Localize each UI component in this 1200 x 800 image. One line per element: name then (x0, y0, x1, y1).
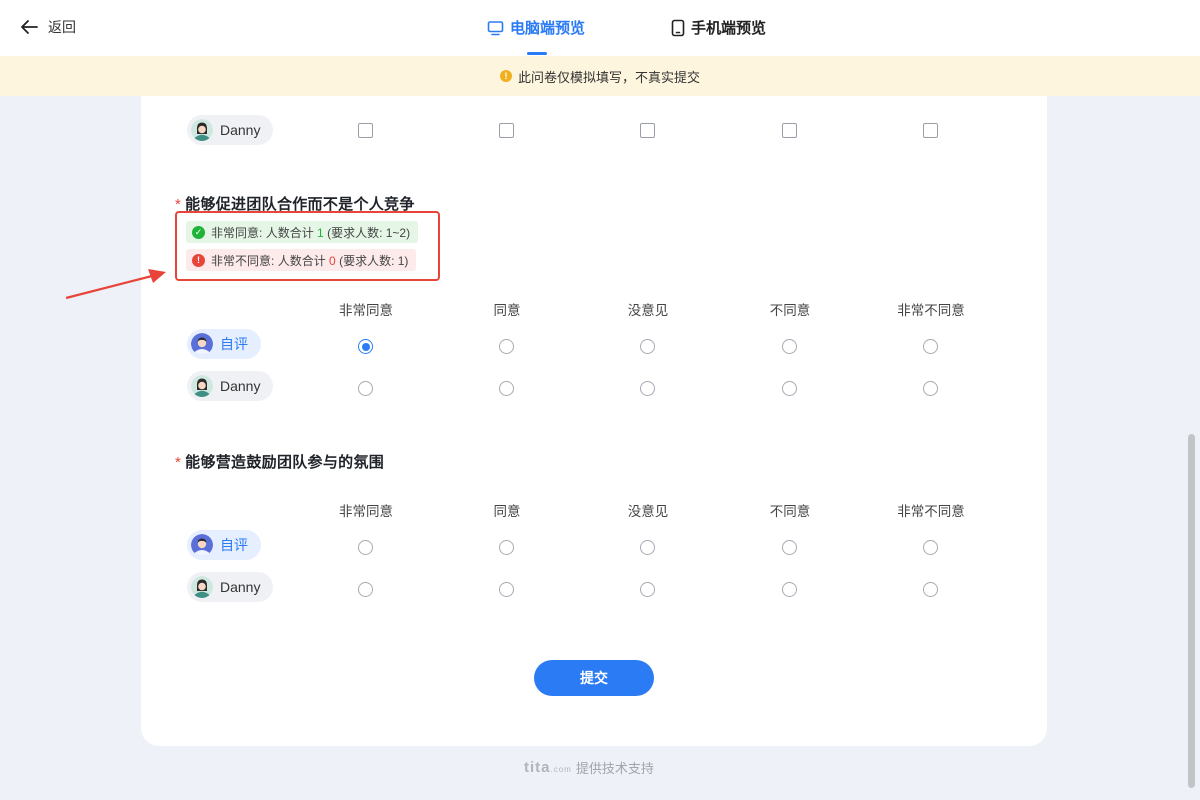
radio-self-option-2[interactable] (499, 540, 514, 555)
participant-danny: Danny (187, 371, 273, 401)
column-header: 没意见 (627, 303, 669, 318)
avatar-female-icon (191, 576, 213, 598)
arrow-left-icon (21, 20, 38, 34)
radio-self-option-1[interactable] (358, 339, 373, 354)
question-2-title: 能够营造鼓励团队参与的氛围 (185, 454, 385, 471)
column-header: 同意 (493, 504, 521, 519)
required-mark: * (175, 454, 182, 471)
tab-mobile-label: 手机端预览 (691, 20, 767, 37)
column-header: 不同意 (769, 504, 811, 519)
checkbox-danny-option-5[interactable] (923, 123, 938, 138)
column-header: 非常不同意 (897, 504, 965, 519)
radio-self-option-1[interactable] (358, 540, 373, 555)
radio-self-option-4[interactable] (782, 339, 797, 354)
radio-danny-option-2[interactable] (499, 582, 514, 597)
footer-powered-by: tita.com 提供技术支持 (524, 758, 654, 777)
tab-desktop-preview[interactable]: 电脑端预览 (487, 17, 585, 38)
notice-text: 此问卷仅模拟填写，不真实提交 (517, 69, 700, 85)
column-header: 非常同意 (339, 504, 393, 519)
participant-danny: Danny (187, 572, 273, 602)
participant-danny-label: Danny (220, 122, 261, 138)
participant-danny: Danny (187, 115, 273, 145)
participant-self-label: 自评 (220, 537, 248, 553)
avatar-male-icon (191, 534, 213, 556)
simulation-notice: ! 此问卷仅模拟填写，不真实提交 (0, 56, 1200, 96)
checkbox-danny-option-3[interactable] (640, 123, 655, 138)
back-label: 返回 (48, 19, 76, 35)
column-header: 没意见 (627, 504, 669, 519)
radio-danny-option-4[interactable] (782, 381, 797, 396)
radio-danny-option-1[interactable] (358, 582, 373, 597)
radio-self-option-3[interactable] (640, 540, 655, 555)
brand-name: tita (524, 759, 551, 776)
warning-icon: ! (499, 70, 512, 82)
avatar-male-icon (191, 333, 213, 355)
active-tab-indicator (527, 52, 547, 55)
checkbox-danny-option-4[interactable] (782, 123, 797, 138)
scrollbar-thumb[interactable] (1188, 434, 1195, 788)
participant-self-label: 自评 (220, 336, 248, 352)
submit-button[interactable]: 提交 (534, 660, 654, 696)
radio-self-option-4[interactable] (782, 540, 797, 555)
column-header: 非常不同意 (897, 303, 965, 318)
radio-danny-option-1[interactable] (358, 381, 373, 396)
participant-self: 自评 (187, 329, 261, 359)
radio-danny-option-5[interactable] (923, 381, 938, 396)
avatar-female-icon (191, 375, 213, 397)
radio-danny-option-4[interactable] (782, 582, 797, 597)
scrollbar[interactable] (1188, 96, 1196, 800)
radio-self-option-2[interactable] (499, 339, 514, 354)
column-header: 同意 (493, 303, 521, 318)
back-button[interactable]: 返回 (20, 17, 76, 37)
radio-danny-option-5[interactable] (923, 582, 938, 597)
checkbox-danny-option-2[interactable] (499, 123, 514, 138)
tab-desktop-label: 电脑端预览 (510, 20, 586, 37)
participant-danny-label: Danny (220, 378, 261, 394)
checkbox-danny-option-1[interactable] (358, 123, 373, 138)
avatar-female-icon (191, 119, 213, 141)
tab-mobile-preview[interactable]: 手机端预览 (671, 17, 766, 38)
top-bar: 返回 电脑端预览 手机端预览 (0, 0, 1200, 56)
phone-icon (671, 19, 685, 36)
participant-danny-label: Danny (220, 579, 261, 595)
radio-self-option-3[interactable] (640, 339, 655, 354)
radio-danny-option-3[interactable] (640, 381, 655, 396)
radio-danny-option-2[interactable] (499, 381, 514, 396)
radio-self-option-5[interactable] (923, 339, 938, 354)
column-header: 不同意 (769, 303, 811, 318)
radio-danny-option-3[interactable] (640, 582, 655, 597)
tita-logo: tita.com (524, 759, 572, 776)
footer-text: 提供技术支持 (575, 761, 654, 776)
question-title: * 能够营造鼓励团队参与的氛围 (175, 451, 384, 472)
radio-self-option-5[interactable] (923, 540, 938, 555)
column-header: 非常同意 (339, 303, 393, 318)
brand-suffix: .com (550, 765, 572, 774)
monitor-icon (487, 20, 504, 35)
participant-self: 自评 (187, 530, 261, 560)
highlight-box (175, 211, 440, 281)
